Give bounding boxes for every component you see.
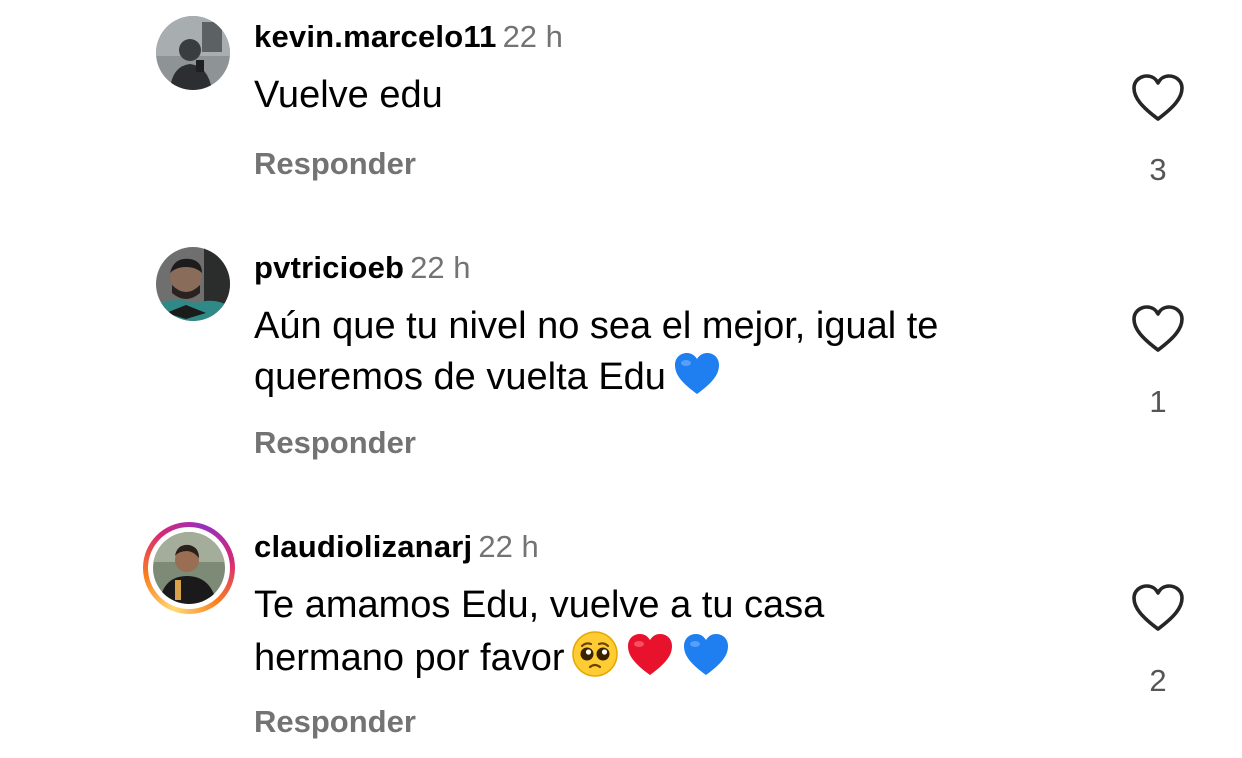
like-button[interactable] [1130,582,1186,634]
avatar[interactable] [156,247,230,321]
username[interactable]: kevin.marcelo11 [254,19,497,54]
avatar-photo [156,16,230,90]
red-heart-emoji [625,632,675,678]
heart-outline-icon [1132,305,1184,352]
avatar-photo [153,532,225,604]
comment-text-content: Vuelve edu [254,74,443,116]
heart-outline-icon [1132,584,1184,631]
like-count: 2 [1149,663,1167,698]
pleading-face-emoji [571,630,619,678]
like-count: 3 [1149,152,1167,187]
username[interactable]: claudiolizanarj [254,529,472,564]
like-button[interactable] [1130,303,1186,355]
timestamp: 22 h [410,250,471,285]
username[interactable]: pvtricioeb [254,250,404,285]
reply-button[interactable]: Responder [254,144,416,184]
blue-heart-emoji [681,632,731,678]
comment-text: Aún que tu nivel no sea el mejor, igual … [254,302,1074,402]
comment-header: pvtricioeb 22 h [254,248,471,288]
like-count: 1 [1149,384,1167,419]
comment-text-content: Te amamos Edu, vuelve a tu casa hermano … [254,584,825,679]
timestamp: 22 h [502,19,563,54]
heart-outline-icon [1132,74,1184,121]
reply-button[interactable]: Responder [254,702,416,742]
blue-heart-emoji [672,351,722,397]
avatar [153,532,225,604]
comment-header: claudiolizanarj 22 h [254,527,539,567]
like-button[interactable] [1130,72,1186,124]
comment-text: Te amamos Edu, vuelve a tu casa hermano … [254,581,954,683]
comment-header: kevin.marcelo11 22 h [254,17,563,57]
avatar-photo [156,247,230,321]
avatar[interactable] [156,16,230,90]
reply-button[interactable]: Responder [254,423,416,463]
comment-text-content: Aún que tu nivel no sea el mejor, igual … [254,305,939,398]
comment-text: Vuelve edu [254,71,1074,120]
timestamp: 22 h [478,529,539,564]
story-ring[interactable] [143,522,235,614]
